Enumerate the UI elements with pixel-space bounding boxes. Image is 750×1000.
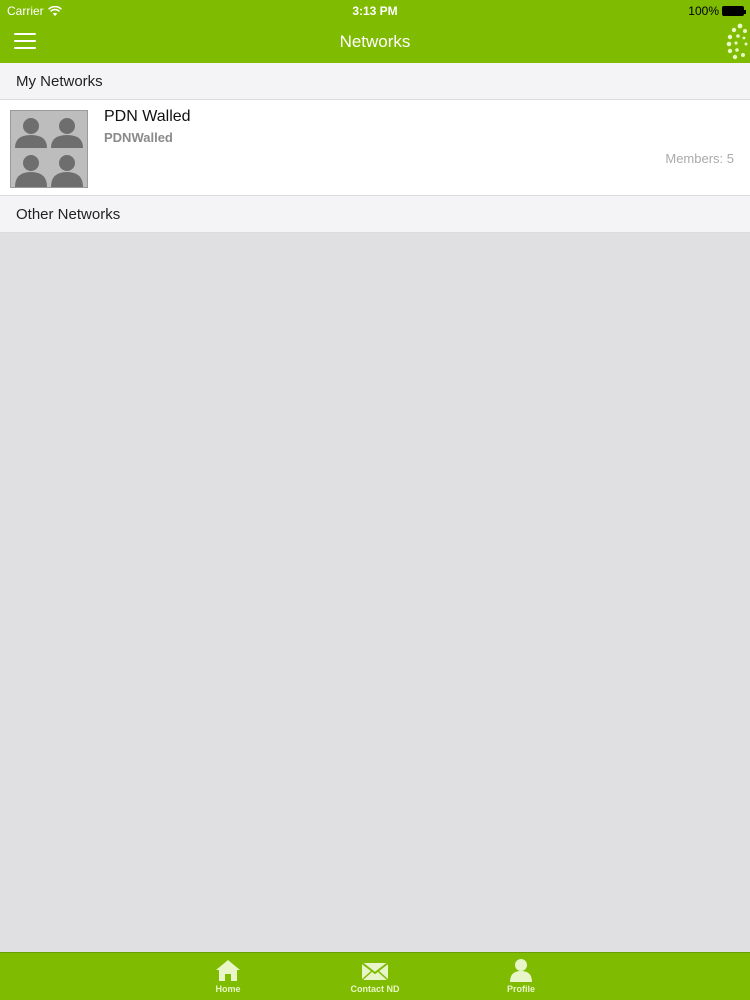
network-handle: PDNWalled [104,130,173,145]
group-avatar-icon [10,110,88,188]
tab-profile-label: Profile [506,984,535,994]
battery-icon [722,6,746,16]
navigation-bar: Networks [0,22,750,63]
tab-contact[interactable]: Contact ND [330,953,420,1000]
home-icon [216,960,240,981]
empty-content-area [0,234,750,952]
person-icon [510,959,532,982]
tab-profile[interactable]: Profile [476,953,566,1000]
network-members-count: Members: 5 [665,151,734,166]
network-name: PDN Walled [104,108,191,125]
section-header-other-networks: Other Networks [0,196,750,233]
sunburst-logo-icon [726,23,748,60]
page-title: Networks [339,32,411,51]
tab-contact-label: Contact ND [350,984,400,994]
network-list-item[interactable]: PDN Walled PDNWalled Members: 5 [0,100,750,196]
battery-status: 100% [688,4,746,18]
status-time: 3:13 PM [352,4,398,18]
tab-home[interactable]: Home [183,953,273,1000]
tab-home-label: Home [215,984,241,994]
mail-icon [361,962,389,981]
status-bar: Carrier 3:13 PM 100% [0,0,750,22]
battery-percent: 100% [688,4,719,18]
tab-bar: Home Contact ND Profile [0,952,750,1000]
top-bar: Carrier 3:13 PM 100% Networks [0,0,750,63]
section-header-my-networks: My Networks [0,63,750,100]
